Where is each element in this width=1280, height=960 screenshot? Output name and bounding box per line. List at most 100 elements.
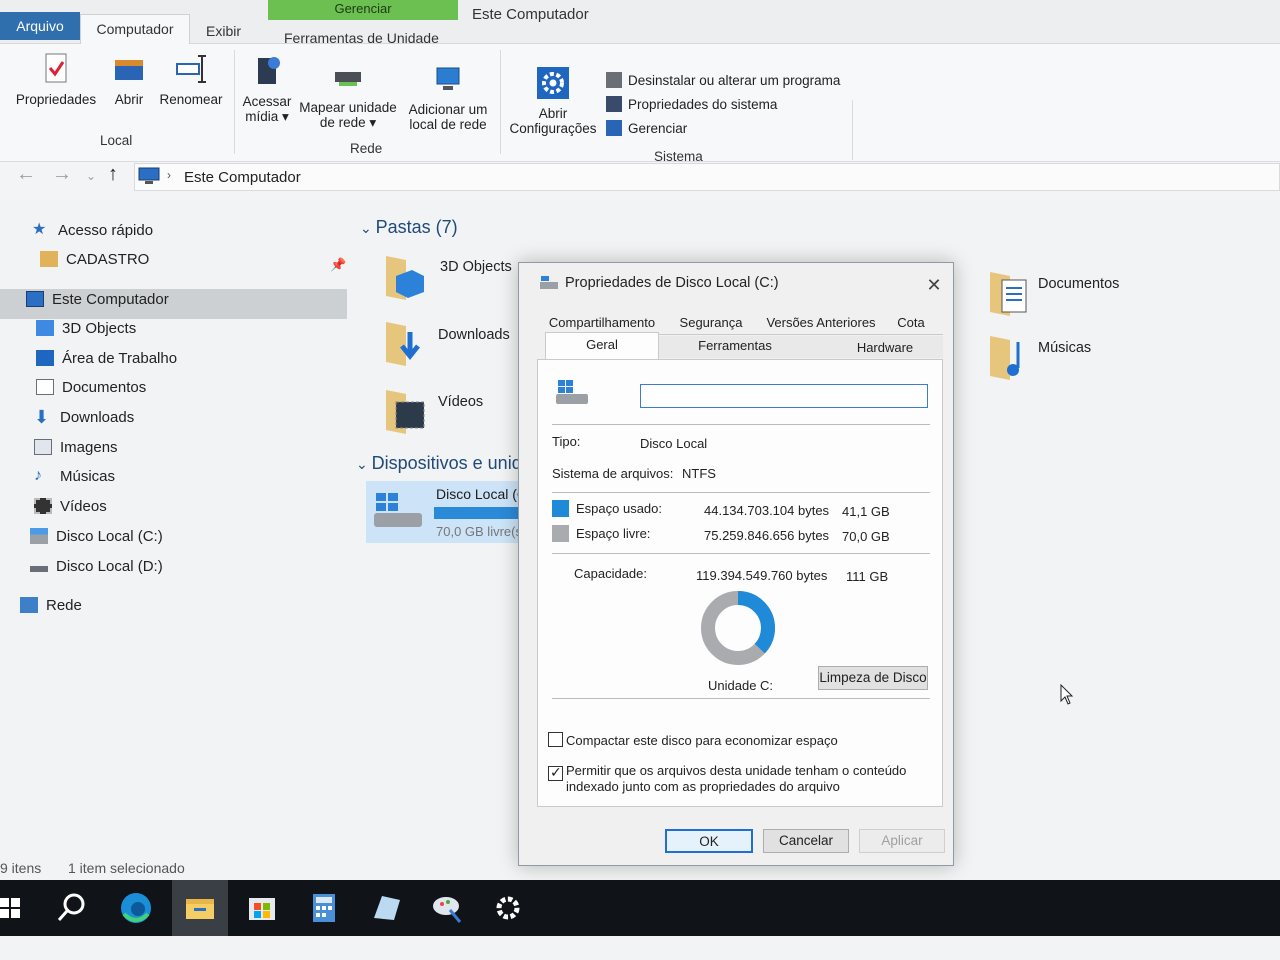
acessar-midia-button[interactable]: Acessar mídia ▾ bbox=[240, 54, 294, 124]
nav-label: 3D Objects bbox=[62, 319, 137, 337]
nav-area-de-trabalho[interactable]: Área de Trabalho bbox=[36, 345, 177, 371]
drive-c-free: 70,0 GB livre(s bbox=[436, 524, 522, 539]
tab-arquivo[interactable]: Arquivo bbox=[0, 12, 80, 40]
free-space-swatch bbox=[552, 525, 569, 542]
tab-exibir[interactable]: Exibir bbox=[200, 17, 247, 45]
computer-management-icon bbox=[606, 120, 622, 136]
nav-videos[interactable]: Vídeos bbox=[34, 493, 107, 519]
tab-cota[interactable]: Cota bbox=[889, 313, 933, 333]
start-icon[interactable] bbox=[0, 890, 36, 926]
tab-seguranca[interactable]: Segurança bbox=[669, 313, 753, 333]
desinstalar-programa-button[interactable]: Desinstalar ou alterar um programa bbox=[606, 72, 840, 88]
tab-computador[interactable]: Computador bbox=[80, 14, 190, 45]
nav-3d-objects[interactable]: 3D Objects bbox=[36, 315, 136, 341]
tab-compartilhamento[interactable]: Compartilhamento bbox=[545, 313, 659, 333]
folder-label: Documentos bbox=[1038, 276, 1120, 292]
nav-label: Este Computador bbox=[52, 290, 169, 308]
close-icon[interactable]: ✕ bbox=[923, 275, 945, 296]
apply-button[interactable]: Aplicar bbox=[859, 829, 945, 853]
selection-count: 1 item selecionado bbox=[68, 860, 185, 876]
tab-ferramentas[interactable]: Ferramentas bbox=[675, 336, 795, 356]
forward-arrow-icon[interactable]: → bbox=[52, 162, 72, 186]
windows-drive-icon bbox=[30, 528, 48, 544]
cancel-button[interactable]: Cancelar bbox=[763, 829, 849, 853]
nav-label: Downloads bbox=[60, 408, 135, 426]
address-box[interactable]: › bbox=[134, 163, 1280, 191]
propriedades-button[interactable]: Propriedades bbox=[10, 52, 102, 107]
store-icon[interactable] bbox=[244, 890, 280, 926]
nav-musicas[interactable]: ♪ Músicas bbox=[34, 463, 115, 489]
devices-header-label: Dispositivos e unid bbox=[371, 453, 522, 473]
abrir-configuracoes-button[interactable]: Abrir Configurações bbox=[506, 66, 600, 136]
settings-icon[interactable] bbox=[490, 890, 526, 926]
abrir-button[interactable]: Abrir bbox=[106, 52, 152, 107]
nav-label: Músicas bbox=[60, 467, 116, 485]
index-checkbox[interactable]: ✓ bbox=[548, 764, 563, 781]
pastas-section-header[interactable]: ⌄ Pastas (7) bbox=[360, 217, 458, 238]
mapear-unidade-button[interactable]: Mapear unidade de rede ▾ bbox=[296, 60, 400, 130]
separator bbox=[552, 553, 930, 554]
drive-letter-label: Unidade C: bbox=[708, 678, 774, 693]
nav-disco-local-c[interactable]: Disco Local (C:) bbox=[30, 523, 163, 549]
tab-hardware[interactable]: Hardware bbox=[835, 338, 935, 358]
filesystem-value: NTFS bbox=[682, 466, 716, 481]
free-space-bytes: 75.259.846.656 bytes bbox=[704, 528, 830, 543]
nav-este-computador[interactable]: Este Computador bbox=[26, 286, 169, 312]
breadcrumb-chevron-icon: › bbox=[167, 168, 171, 182]
tab-versoes-anteriores[interactable]: Versões Anteriores bbox=[759, 313, 883, 333]
nav-label: Disco Local (D:) bbox=[56, 557, 163, 575]
back-arrow-icon[interactable]: ← bbox=[16, 162, 36, 186]
computer-icon bbox=[138, 167, 160, 184]
address-path[interactable]: Este Computador bbox=[184, 169, 301, 186]
acessar-label-2: mídia bbox=[245, 109, 279, 124]
geral-tab-panel: Tipo: Disco Local Sistema de arquivos: N… bbox=[537, 359, 943, 807]
desinstalar-label: Desinstalar ou alterar um programa bbox=[628, 72, 841, 88]
nav-acesso-rapido[interactable]: ★ Acesso rápido bbox=[32, 217, 153, 243]
navigation-pane: ★ Acesso rápido CADASTRO 📌 Este Computad… bbox=[0, 205, 350, 635]
nav-label: Área de Trabalho bbox=[62, 349, 178, 367]
propriedades-sistema-button[interactable]: Propriedades do sistema bbox=[606, 96, 777, 112]
renomear-label: Renomear bbox=[159, 92, 223, 107]
gerenciar-button[interactable]: Gerenciar bbox=[606, 120, 687, 136]
drive-name-input[interactable] bbox=[640, 384, 928, 408]
map-network-drive-icon bbox=[335, 72, 361, 86]
open-folder-icon bbox=[115, 60, 143, 80]
tab-gerenciar-header: Gerenciar bbox=[268, 0, 458, 20]
nav-cadastro[interactable]: CADASTRO bbox=[40, 246, 149, 272]
drive-c-tile[interactable]: Disco Local (C 70,0 GB livre(s bbox=[366, 481, 527, 543]
notes-icon[interactable] bbox=[368, 890, 404, 926]
nav-disco-local-d[interactable]: Disco Local (D:) bbox=[30, 553, 163, 579]
nav-downloads[interactable]: ⬇ Downloads bbox=[34, 404, 134, 430]
pin-icon[interactable]: 📌 bbox=[330, 257, 346, 273]
adicionar-local-rede-button[interactable]: Adicionar um local de rede bbox=[404, 62, 492, 132]
devices-section-header[interactable]: ⌄ Dispositivos e unid bbox=[356, 453, 522, 474]
computer-icon bbox=[26, 291, 44, 307]
nav-imagens[interactable]: Imagens bbox=[34, 434, 118, 460]
properties-dialog: Propriedades de Disco Local (C:) ✕ Compa… bbox=[518, 262, 954, 866]
paint-icon[interactable] bbox=[430, 890, 466, 926]
abrir-config-label-1: Abrir bbox=[538, 106, 568, 121]
drive-icon bbox=[30, 566, 48, 572]
search-icon[interactable] bbox=[54, 890, 90, 926]
nav-label: Rede bbox=[46, 596, 82, 614]
file-explorer-icon[interactable] bbox=[182, 890, 218, 926]
music-note-icon: ♪ bbox=[34, 467, 42, 484]
nav-rede[interactable]: Rede bbox=[20, 592, 82, 618]
limpeza-de-disco-button[interactable]: Limpeza de Disco bbox=[818, 666, 928, 690]
compress-checkbox[interactable] bbox=[548, 732, 563, 747]
drive-c-usage-fill bbox=[434, 507, 520, 519]
calculator-icon[interactable] bbox=[306, 890, 342, 926]
3d-objects-icon bbox=[36, 320, 54, 336]
tab-geral[interactable]: Geral bbox=[545, 332, 659, 360]
documents-icon bbox=[36, 379, 54, 395]
renomear-button[interactable]: Renomear bbox=[154, 52, 228, 107]
filesystem-label: Sistema de arquivos: bbox=[552, 466, 674, 481]
up-arrow-icon[interactable]: ↑ bbox=[108, 162, 118, 186]
nav-label: Vídeos bbox=[60, 497, 107, 515]
ok-button[interactable]: OK bbox=[665, 829, 753, 853]
mapear-label-1: Mapear unidade bbox=[299, 100, 397, 115]
nav-documentos[interactable]: Documentos bbox=[36, 374, 146, 400]
nav-label: Documentos bbox=[62, 378, 147, 396]
edge-icon[interactable] bbox=[118, 890, 154, 926]
recent-locations-chevron-icon[interactable]: ⌄ bbox=[86, 164, 96, 188]
